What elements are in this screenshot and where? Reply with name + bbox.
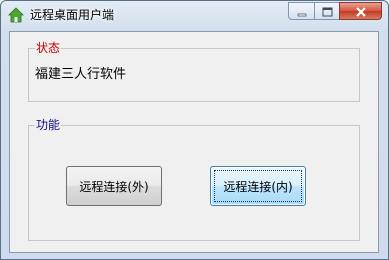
remote-connect-external-button[interactable]: 远程连接(外) bbox=[66, 166, 162, 206]
window-title: 远程桌面用户端 bbox=[30, 8, 115, 22]
function-legend: 功能 bbox=[35, 117, 62, 133]
minimize-button[interactable] bbox=[288, 2, 314, 20]
app-window: 远程桌面用户端 状态 福建三人行软件 功能 远程连接(外) 远程连接(内) bbox=[0, 0, 389, 260]
status-legend: 状态 bbox=[35, 40, 62, 56]
close-icon bbox=[355, 2, 367, 21]
maximize-icon bbox=[322, 2, 333, 21]
status-text: 福建三人行软件 bbox=[35, 67, 127, 82]
caption-buttons bbox=[288, 2, 382, 21]
status-groupbox: 状态 福建三人行软件 bbox=[28, 40, 360, 102]
function-groupbox: 功能 远程连接(外) 远程连接(内) bbox=[28, 117, 360, 241]
title-bar[interactable]: 远程桌面用户端 bbox=[1, 1, 388, 28]
close-button[interactable] bbox=[339, 2, 382, 20]
remote-connect-internal-label: 远程连接(内) bbox=[223, 179, 293, 194]
client-area: 状态 福建三人行软件 功能 远程连接(外) 远程连接(内) bbox=[9, 31, 379, 253]
maximize-button[interactable] bbox=[314, 2, 339, 20]
remote-connect-external-label: 远程连接(外) bbox=[79, 179, 149, 194]
remote-connect-internal-button[interactable]: 远程连接(内) bbox=[210, 166, 306, 206]
minimize-icon bbox=[297, 2, 307, 21]
house-icon bbox=[8, 7, 24, 23]
